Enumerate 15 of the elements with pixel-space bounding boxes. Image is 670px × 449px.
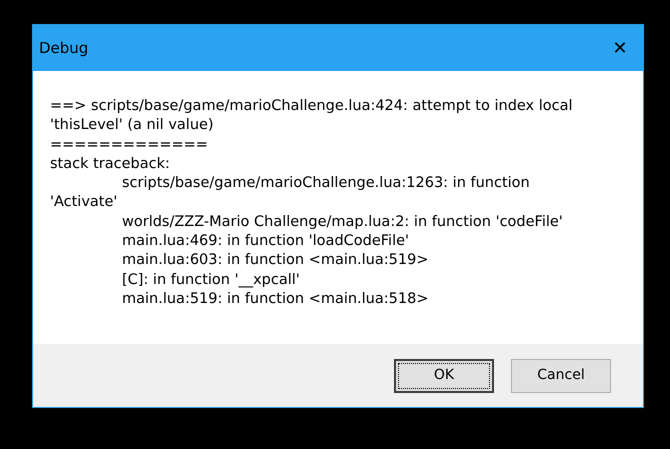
message-line: worlds/ZZZ-Mario Challenge/map.lua:2: in function 'codeFile': [121, 212, 563, 232]
message-line: main.lua:519: in function <main.lua:518>: [121, 290, 428, 309]
message-line: main.lua:603: in function <main.lua:519>: [121, 251, 428, 270]
close-button[interactable]: ✕: [597, 25, 643, 71]
message-line: 'thisLevel' (a nil value): [50, 116, 214, 136]
message-line: main.lua:469: in function 'loadCodeFile': [121, 232, 410, 252]
cancel-button[interactable]: Cancel: [511, 358, 611, 392]
ok-button[interactable]: OK: [394, 358, 494, 392]
message-line: [C]: in function '__xpcall': [121, 270, 300, 290]
message-line: stack traceback:: [50, 154, 170, 174]
message-line: ==> scripts/base/game/marioChallenge.lua:424: attempt to index local: [50, 97, 573, 116]
message-line: =============: [50, 136, 208, 155]
message-line: scripts/base/game/marioChallenge.lua:1263: in function: [121, 174, 530, 194]
window-title: Debug: [39, 38, 88, 59]
message-line: 'Activate': [50, 193, 118, 212]
